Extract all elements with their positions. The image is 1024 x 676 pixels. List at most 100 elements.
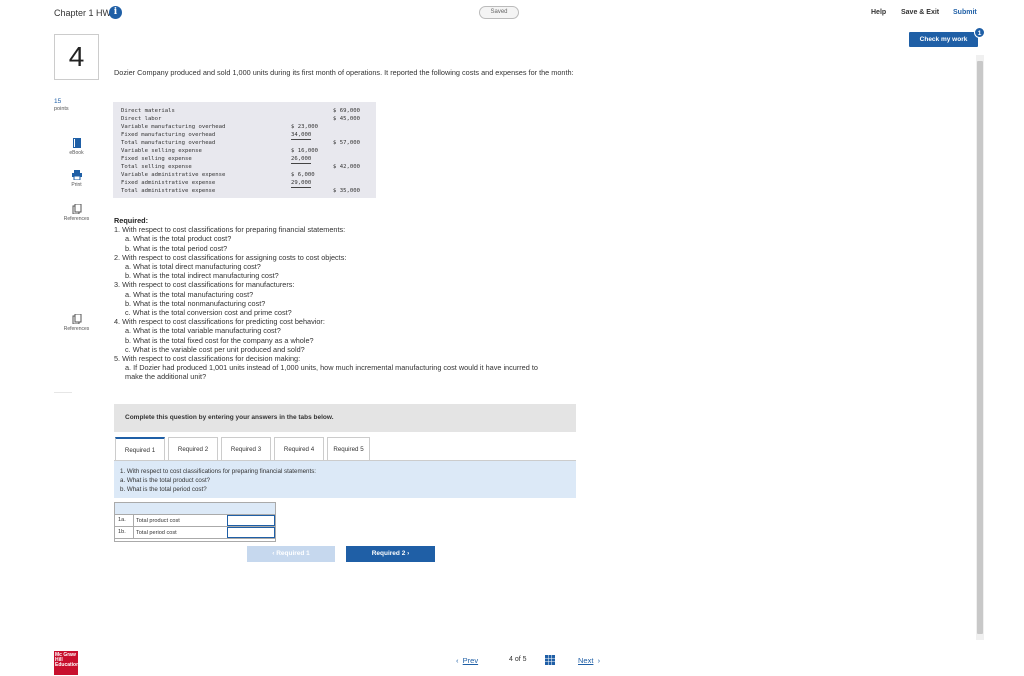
required-line: 1. With respect to cost classifications …	[114, 225, 346, 235]
cost-row-label: Variable administrative expense	[121, 172, 226, 178]
tab-required-2[interactable]: Required 2	[168, 437, 218, 461]
tab-required-1[interactable]: Required 1	[115, 437, 165, 461]
cost-row-label: Fixed administrative expense	[121, 180, 216, 186]
required-line: a. If Dozier had produced 1,001 units in…	[125, 363, 538, 373]
required-line: a. What is the total variable manufactur…	[125, 326, 281, 336]
tab-required-3[interactable]: Required 3	[221, 437, 271, 461]
cost-row-subtotal: $ 16,000	[291, 148, 318, 154]
cost-row-label: Variable selling expense	[121, 148, 202, 154]
references-tool-2[interactable]: References	[54, 314, 99, 332]
answer-row-label: Total period cost	[133, 527, 177, 539]
help-link[interactable]: Help	[871, 9, 886, 16]
answer-row-label: Total product cost	[133, 515, 180, 527]
required-line: b. What is the total nonmanufacturing co…	[125, 298, 266, 308]
points-label: points	[54, 106, 69, 112]
answer-row: 1b. Total period cost	[115, 527, 275, 539]
required-line: b. What is the total fixed cost for the …	[125, 335, 314, 345]
info-icon[interactable]: i	[109, 6, 122, 19]
references-icon	[72, 314, 81, 324]
answer-row: 1a. Total product cost	[115, 515, 275, 527]
cost-data-table: Direct materials $ 69,000 Direct labor $ 45…	[113, 102, 376, 198]
print-label: Print	[71, 182, 82, 188]
required-line: b. What is the total indirect manufactur…	[125, 271, 279, 281]
panel-line-2: a. What is the total product cost?	[120, 477, 211, 484]
required-title: Required:	[114, 216, 149, 225]
logo-text: Mc Graw Hill Education	[55, 652, 80, 669]
cost-row-total: $ 45,000	[333, 116, 360, 122]
required-line: make the additional unit?	[125, 372, 207, 382]
print-icon	[71, 170, 82, 180]
grid-icon[interactable]	[545, 655, 555, 665]
cost-row-total: $ 57,000	[333, 140, 360, 146]
cost-row-subtotal: 26,000	[291, 156, 312, 164]
total-product-cost-input[interactable]	[227, 515, 275, 526]
required-line: 4. With respect to cost classifications …	[114, 317, 325, 327]
scrollbar-thumb[interactable]	[977, 61, 983, 634]
top-bar: Chapter 1 HW i Saved Help Save & Exit Su…	[0, 0, 1024, 26]
required-section: Required: 1. With respect to cost classi…	[114, 216, 624, 382]
required-line: a. What is the total manufacturing cost?	[125, 289, 254, 299]
print-tool[interactable]: Print	[54, 170, 99, 188]
tab-panel-prompt: 1. With respect to cost classifications …	[114, 460, 576, 498]
cost-row-label: Fixed manufacturing overhead	[121, 132, 216, 138]
tab-required-4[interactable]: Required 4	[274, 437, 324, 461]
question-number: 4	[68, 41, 85, 72]
required-line: c. What is the variable cost per unit pr…	[125, 344, 305, 354]
next-label: Next	[578, 656, 594, 665]
book-icon	[72, 138, 81, 148]
cost-row-total: $ 42,000	[333, 164, 360, 170]
page-count: 4 of 5	[509, 656, 527, 663]
required-line: 3. With respect to cost classifications …	[114, 280, 295, 290]
required-line: 5. With respect to cost classifications …	[114, 354, 301, 364]
prev-required-button[interactable]: ‹ Required 1	[247, 546, 335, 562]
references-tool[interactable]: References	[54, 204, 99, 222]
cost-row-label: Direct materials	[121, 108, 175, 114]
cost-row-subtotal: $ 6,000	[291, 172, 315, 178]
panel-line-1: 1. With respect to cost classifications …	[120, 468, 317, 475]
cost-row-label: Fixed selling expense	[121, 156, 192, 162]
required-line: b. What is the total period cost?	[125, 243, 228, 253]
cost-row-label: Direct labor	[121, 116, 162, 122]
chapter-title: Chapter 1 HW	[54, 8, 112, 18]
mcgraw-hill-logo: Mc Graw Hill Education	[54, 651, 80, 675]
required-line: 2. With respect to cost classifications …	[114, 252, 347, 262]
required-line: c. What is the total conversion cost and…	[125, 308, 292, 318]
panel-line-3: b. What is the total period cost?	[120, 486, 207, 493]
next-required-button[interactable]: Required 2 ›	[346, 546, 435, 562]
cost-row-label: Total administrative expense	[121, 188, 216, 194]
cost-row-subtotal: 34,000	[291, 132, 312, 140]
check-my-work-button[interactable]: Check my work	[909, 32, 978, 47]
cost-row-label: Total manufacturing overhead	[121, 140, 216, 146]
answer-row-id: 1b.	[118, 529, 126, 535]
answer-table: 1a. Total product cost 1b. Total period …	[114, 502, 276, 542]
tab-required-5[interactable]: Required 5	[327, 437, 370, 461]
points-value: 15	[54, 98, 62, 105]
answer-table-header	[115, 503, 275, 515]
cost-row-subtotal: $ 23,000	[291, 124, 318, 130]
references-icon	[72, 204, 81, 214]
question-number-box: 4	[54, 34, 99, 80]
save-exit-link[interactable]: Save & Exit	[901, 9, 939, 16]
saved-status-badge: Saved	[479, 6, 519, 19]
references-label: References	[63, 216, 90, 222]
ebook-label: eBook	[69, 150, 84, 156]
check-count-badge: 1	[974, 27, 985, 38]
cost-row-label: Total selling expense	[121, 164, 192, 170]
references-label-2: References	[63, 326, 90, 332]
total-period-cost-input[interactable]	[227, 527, 275, 538]
next-question-link[interactable]: Next ›	[578, 656, 600, 665]
answer-row-id: 1a.	[118, 517, 126, 523]
divider-dashes: ·········	[54, 390, 72, 396]
cost-row-subtotal: 29,000	[291, 180, 312, 188]
prev-question-link[interactable]: ‹ Prev	[456, 656, 478, 665]
instructions-text: Complete this question by entering your …	[125, 414, 334, 421]
cost-row-total: $ 35,000	[333, 188, 360, 194]
ebook-tool[interactable]: eBook	[54, 138, 99, 156]
cost-row-label: Variable manufacturing overhead	[121, 124, 226, 130]
question-intro: Dozier Company produced and sold 1,000 u…	[114, 68, 574, 77]
required-line: a. What is total direct manufacturing co…	[125, 262, 261, 272]
submit-link[interactable]: Submit	[953, 9, 977, 16]
prev-label: Prev	[462, 656, 479, 665]
cost-row-total: $ 69,000	[333, 108, 360, 114]
instructions-bar: Complete this question by entering your …	[114, 404, 576, 432]
